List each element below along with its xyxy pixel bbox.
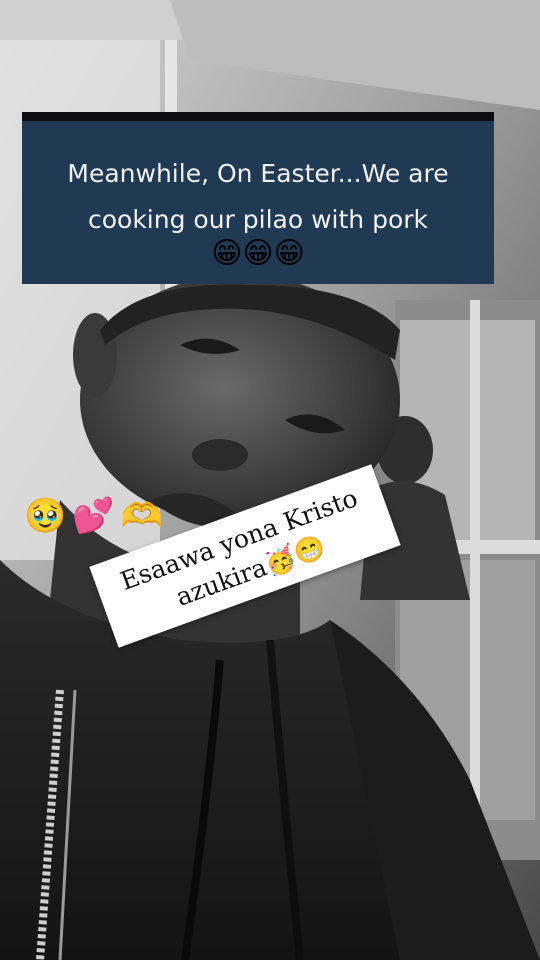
grinning-emoji-row: 😁😁😁 <box>211 236 305 271</box>
caption-text: Meanwhile, On Easter...We are cooking ou… <box>67 159 449 234</box>
story-view: Meanwhile, On Easter...We are cooking ou… <box>0 0 540 960</box>
caption-box: Meanwhile, On Easter...We are cooking ou… <box>22 112 494 284</box>
emoji-sticker-row: 🥹💕🫶 <box>24 496 170 536</box>
